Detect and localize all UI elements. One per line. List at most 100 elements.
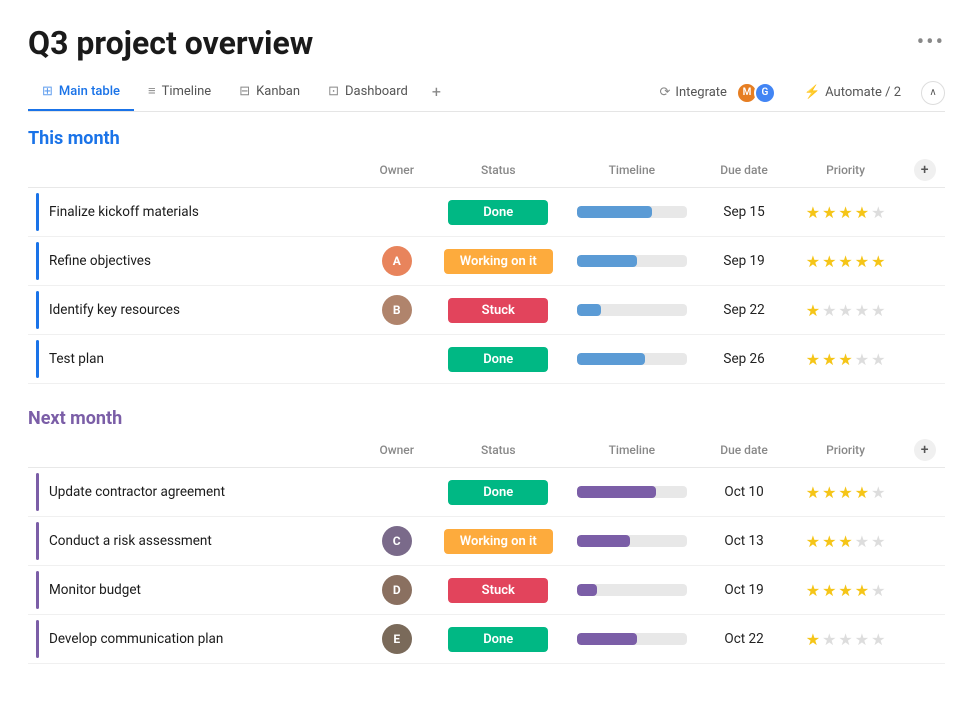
stars: ★★★★★ [806,252,886,271]
status-badge[interactable]: Done [448,627,548,652]
star-1: ★ [806,581,820,600]
add-tab-button[interactable]: + [422,74,451,111]
table-row: Conduct a risk assessment C Working on i… [28,517,945,566]
integrate-avatars: M G [732,82,776,104]
due-date-cell: Sep 26 [701,335,787,384]
more-button[interactable]: ••• [917,30,945,55]
star-4: ★ [855,301,869,320]
add-column-button[interactable]: + [914,439,936,461]
owner-cell: E [359,615,434,664]
due-date-cell: Sep 15 [701,188,787,237]
task-name: Develop communication plan [49,631,223,647]
timeline-bar-wrap [577,255,687,267]
integrate-button[interactable]: ⟳ Integrate M G [652,78,784,108]
star-5: ★ [871,350,885,369]
col-header-priority: Priority [787,435,905,468]
timeline-bar [577,486,656,498]
stars: ★★★★★ [806,350,886,369]
timeline-bar-wrap [577,633,687,645]
page-title: Q3 project overview [28,24,313,62]
status-cell[interactable]: Done [434,468,562,517]
star-4: ★ [855,252,869,271]
tab-main-table-label: Main table [59,84,120,99]
status-badge[interactable]: Done [448,480,548,505]
tab-timeline[interactable]: ≡ Timeline [134,75,225,111]
star-4: ★ [855,483,869,502]
timeline-cell [562,566,701,615]
owner-avatar: A [382,246,412,276]
timeline-bar-wrap [577,535,687,547]
integrate-label: Integrate [675,85,727,100]
star-3: ★ [838,203,852,222]
status-badge[interactable]: Working on it [444,249,553,274]
due-date-cell: Oct 22 [701,615,787,664]
stars: ★★★★★ [806,630,886,649]
integrate-icon: ⟳ [660,85,671,100]
task-cell: Update contractor agreement [28,468,359,517]
priority-cell: ★★★★★ [787,188,905,237]
tab-dashboard[interactable]: ⊡ Dashboard [314,76,422,111]
star-5: ★ [871,301,885,320]
dashboard-icon: ⊡ [328,84,339,99]
status-cell[interactable]: Working on it [434,517,562,566]
status-badge[interactable]: Stuck [448,578,548,603]
status-cell[interactable]: Stuck [434,566,562,615]
timeline-icon: ≡ [148,83,156,99]
row-actions-cell [904,615,945,664]
star-4: ★ [855,630,869,649]
collapse-button[interactable]: ∧ [921,81,945,105]
status-cell[interactable]: Stuck [434,286,562,335]
task-cell: Finalize kickoff materials [28,188,359,237]
row-actions-cell [904,468,945,517]
automate-button[interactable]: ⚡ Automate / 2 [796,81,909,104]
tab-kanban[interactable]: ⊟ Kanban [225,76,314,111]
task-border [36,473,39,511]
task-name: Update contractor agreement [49,484,225,500]
task-border [36,340,39,378]
status-badge[interactable]: Working on it [444,529,553,554]
timeline-cell [562,335,701,384]
status-cell[interactable]: Done [434,188,562,237]
task-cell: Refine objectives [28,237,359,286]
table-row: Refine objectives A Working on it Sep 19… [28,237,945,286]
table-row: Develop communication plan E Done Oct 22… [28,615,945,664]
task-name: Conduct a risk assessment [49,533,212,549]
status-badge[interactable]: Stuck [448,298,548,323]
task-border [36,193,39,231]
add-column-button[interactable]: + [914,159,936,181]
star-1: ★ [806,350,820,369]
task-border [36,242,39,280]
col-header-timeline: Timeline [562,435,701,468]
table-row: Finalize kickoff materials Done Sep 15 ★… [28,188,945,237]
timeline-cell [562,286,701,335]
star-5: ★ [871,252,885,271]
tab-main-table[interactable]: ⊞ Main table [28,76,134,111]
status-badge[interactable]: Done [448,347,548,372]
star-4: ★ [855,532,869,551]
sections-container: This month Owner Status Timeline Due dat… [28,128,945,664]
col-header-status: Status [434,155,562,188]
status-cell[interactable]: Working on it [434,237,562,286]
table-row: Identify key resources B Stuck Sep 22 ★★… [28,286,945,335]
star-5: ★ [871,203,885,222]
stars: ★★★★★ [806,532,886,551]
tab-bar: ⊞ Main table ≡ Timeline ⊟ Kanban ⊡ Dashb… [28,74,945,112]
timeline-bar [577,206,652,218]
timeline-bar [577,353,645,365]
star-3: ★ [838,252,852,271]
owner-cell: A [359,237,434,286]
timeline-bar [577,633,638,645]
timeline-bar [577,535,630,547]
timeline-cell [562,188,701,237]
task-name: Identify key resources [49,302,180,318]
star-2: ★ [822,252,836,271]
table-next-month: Owner Status Timeline Due date Priority … [28,435,945,664]
table-row: Monitor budget D Stuck Oct 19 ★★★★★ [28,566,945,615]
status-cell[interactable]: Done [434,335,562,384]
row-actions-cell [904,335,945,384]
timeline-bar-wrap [577,353,687,365]
star-2: ★ [822,350,836,369]
section-next-month: Next month Owner Status Timeline Due dat… [28,408,945,664]
status-badge[interactable]: Done [448,200,548,225]
status-cell[interactable]: Done [434,615,562,664]
